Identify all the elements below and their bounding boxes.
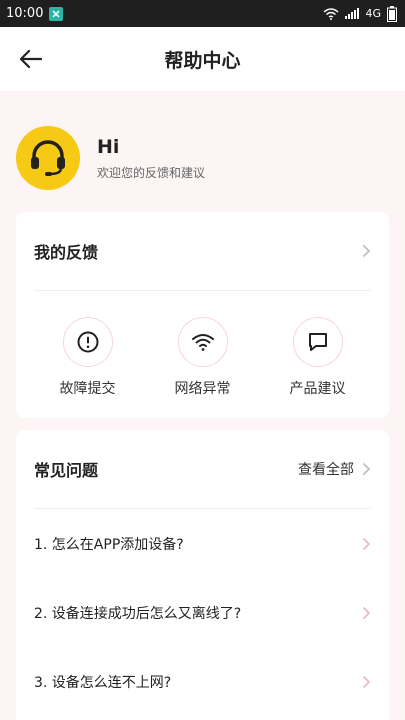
exclamation-circle-icon [77, 331, 98, 353]
product-suggestion-button[interactable]: 产品建议 [263, 317, 373, 398]
view-all-label: 查看全部 [298, 462, 354, 478]
network-issue-button[interactable]: 网络异常 [148, 317, 258, 398]
wifi-icon [191, 334, 214, 351]
fault-icon-ring [62, 317, 113, 367]
chevron-right-icon [362, 537, 371, 550]
status-time: 10:00 [6, 6, 44, 21]
view-all-link[interactable]: 查看全部 [298, 459, 371, 479]
faq-item[interactable]: 2. 设备连接成功后怎么又离线了? [16, 578, 389, 647]
chevron-right-icon [362, 462, 371, 476]
faq-card: 常见问题 查看全部 1. 怎么在APP添加设备? 2. 设备连接成功后怎么又离线… [16, 430, 389, 720]
fault-report-button[interactable]: 故障提交 [33, 317, 143, 398]
nav-bar: 帮助中心 [0, 27, 405, 91]
chevron-right-icon [362, 606, 371, 619]
network-issue-label: 网络异常 [174, 381, 231, 397]
battery-icon [387, 5, 397, 22]
greeting-text: Hi 欢迎您的反馈和建议 [97, 136, 205, 181]
status-right: 4G [323, 5, 397, 22]
my-feedback-title: 我的反馈 [34, 243, 99, 262]
suggestion-icon-ring [292, 317, 343, 367]
network-icon-ring [177, 317, 228, 367]
faq-question: 2. 设备连接成功后怎么又离线了? [34, 605, 242, 622]
wifi-status-icon [323, 7, 339, 20]
arrow-left-icon [20, 50, 42, 68]
chevron-right-icon [362, 244, 371, 258]
greeting-header: Hi 欢迎您的反馈和建议 [16, 126, 386, 190]
greeting-title: Hi [97, 135, 120, 158]
app-notification-icon [49, 6, 64, 21]
product-suggestion-label: 产品建议 [289, 381, 346, 397]
faq-question: 1. 怎么在APP添加设备? [34, 536, 184, 553]
avatar [16, 126, 80, 190]
back-button[interactable] [16, 45, 46, 73]
faq-item[interactable]: 3. 设备怎么连不上网? [16, 647, 389, 716]
greeting-subtitle: 欢迎您的反馈和建议 [97, 165, 206, 180]
status-left: 10:00 [6, 6, 64, 21]
feedback-options: 故障提交 网络异常 产品建议 [16, 291, 389, 398]
network-type: 4G [365, 7, 381, 20]
chat-bubble-icon [308, 333, 327, 351]
fault-report-label: 故障提交 [59, 381, 116, 397]
status-bar: 10:00 4G [0, 0, 405, 27]
faq-title: 常见问题 [34, 461, 99, 480]
headset-icon [31, 140, 65, 176]
faq-header: 常见问题 查看全部 [16, 430, 389, 508]
feedback-card: 我的反馈 故障提交 网络异常 产品建议 [16, 212, 389, 418]
signal-icon [345, 8, 360, 19]
faq-question: 3. 设备怎么连不上网? [34, 674, 172, 691]
my-feedback-row[interactable]: 我的反馈 [16, 212, 389, 290]
faq-item[interactable]: 1. 怎么在APP添加设备? [16, 509, 389, 578]
chevron-right-icon [362, 675, 371, 688]
page-title: 帮助中心 [164, 49, 241, 72]
